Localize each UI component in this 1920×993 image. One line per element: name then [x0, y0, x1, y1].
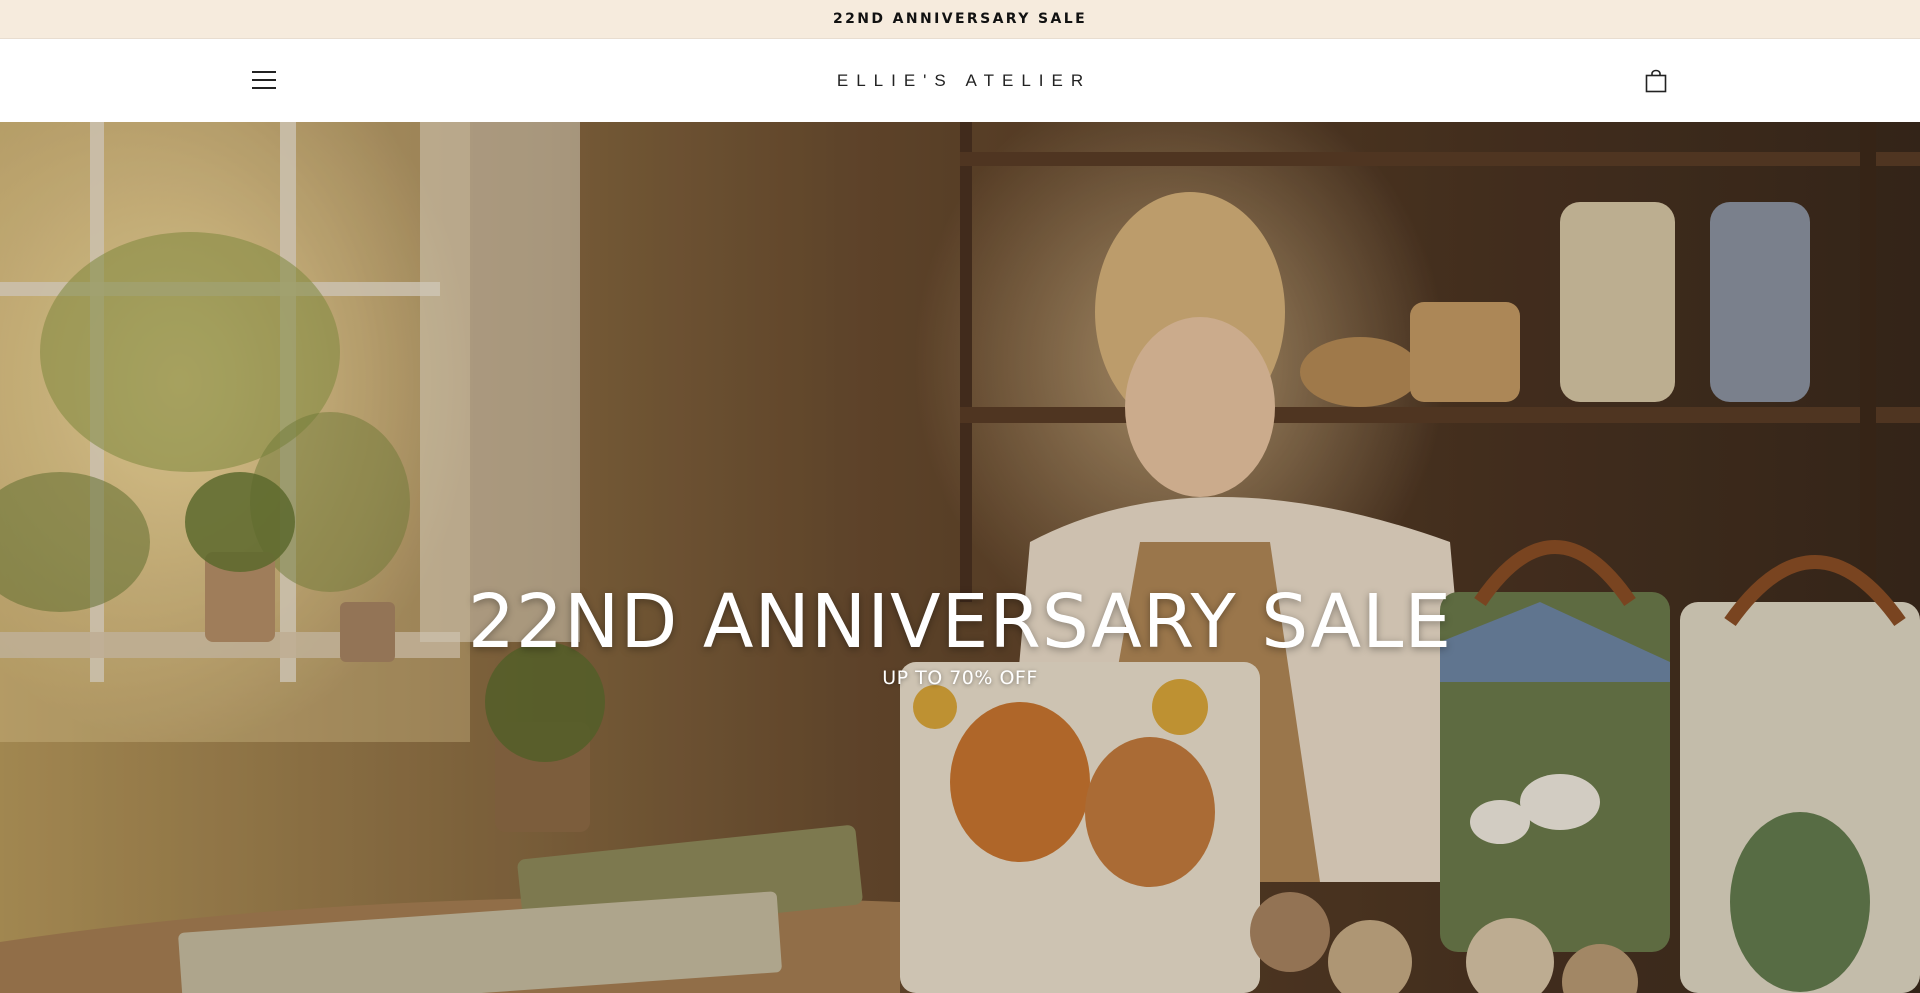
logo-container: ELLIE'S ATELIER [0, 39, 1920, 122]
announcement-text: 22ND ANNIVERSARY SALE [832, 11, 1088, 27]
hero-subtitle: UP TO 70% OFF [882, 667, 1038, 690]
shopping-bag-icon[interactable] [1640, 65, 1672, 97]
hero-content: 22ND ANNIVERSARY SALE UP TO 70% OFF [0, 579, 1920, 690]
hero-banner[interactable]: 22ND ANNIVERSARY SALE UP TO 70% OFF [0, 122, 1920, 993]
hamburger-menu-icon[interactable] [246, 66, 282, 94]
hero-title: 22ND ANNIVERSARY SALE [467, 579, 1453, 665]
hero-overlay [0, 122, 1920, 993]
announcement-bar: 22ND ANNIVERSARY SALE [0, 0, 1920, 39]
site-logo[interactable]: ELLIE'S ATELIER [829, 71, 1091, 91]
site-header: ELLIE'S ATELIER [0, 39, 1920, 122]
